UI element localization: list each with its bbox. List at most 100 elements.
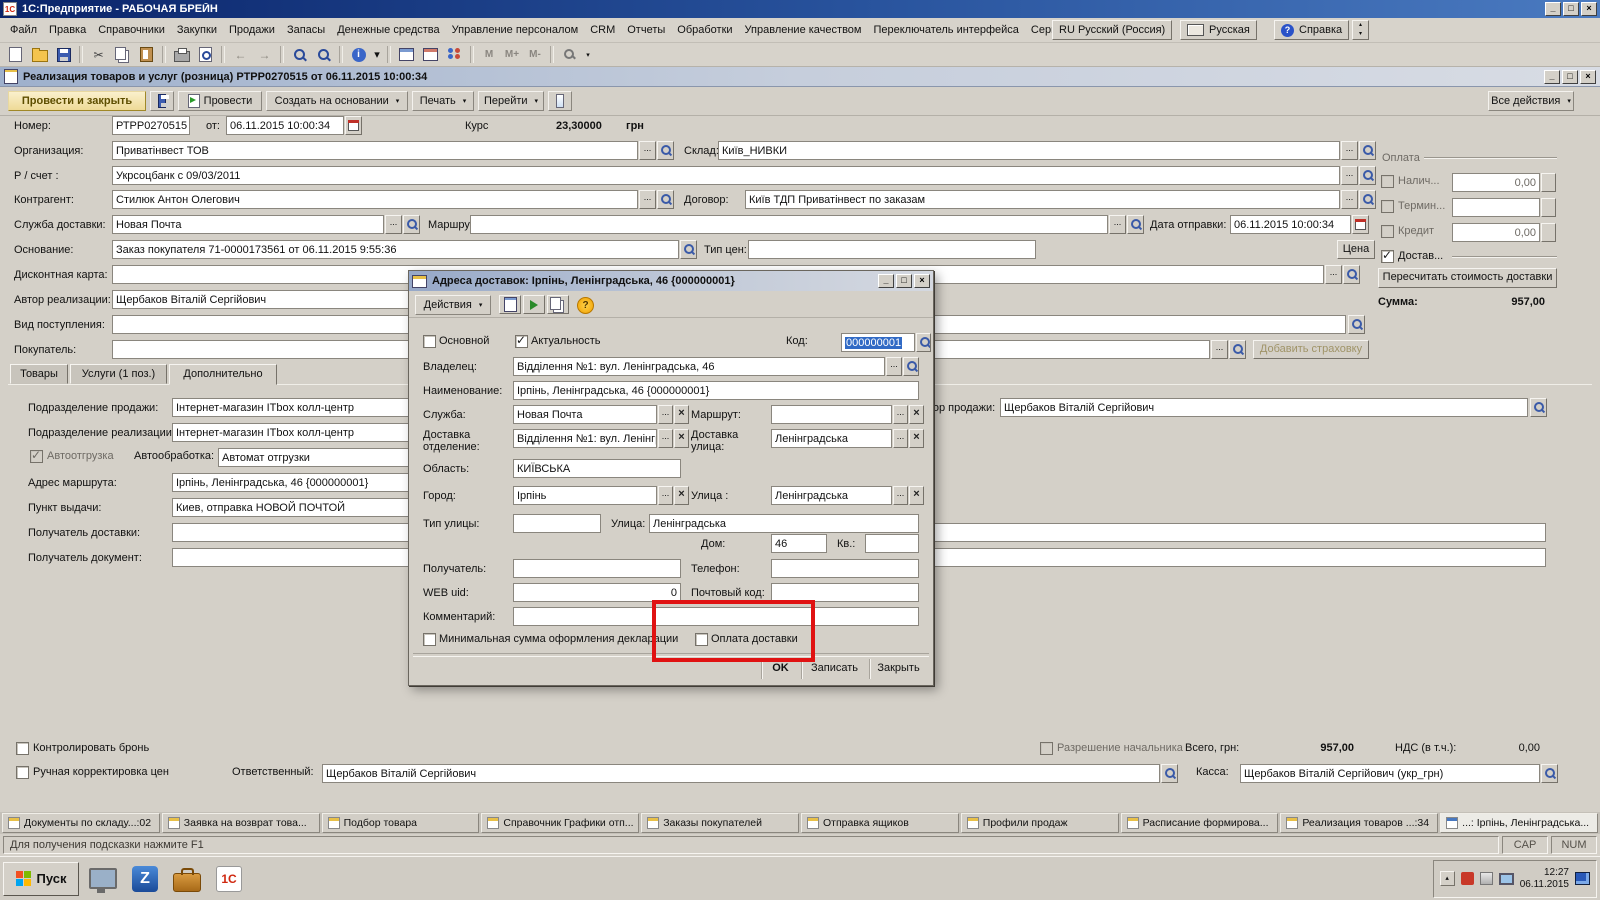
owner-select-button[interactable]: ... [886, 357, 902, 376]
delivery-service-open-button[interactable] [403, 215, 420, 234]
close-button[interactable]: × [1581, 2, 1597, 16]
window-tab[interactable]: Реализация товаров ...:34 [1280, 813, 1438, 833]
window-tab[interactable]: Отправка ящиков [801, 813, 959, 833]
credit-amount-field[interactable]: 0,00 [1452, 223, 1540, 242]
cash-checkbox[interactable] [1381, 175, 1394, 188]
menu-item-quality[interactable]: Управление качеством [739, 21, 868, 39]
service-clear-button[interactable]: × [674, 405, 689, 424]
contractor-field[interactable]: Стилюк Антон Олегович [112, 190, 638, 209]
owner-open-button[interactable] [903, 357, 919, 376]
memory-add-button[interactable]: М+ [501, 44, 523, 65]
service-select-button[interactable]: ... [658, 405, 673, 424]
save-button[interactable] [52, 44, 75, 65]
nav-back-button[interactable]: ← [229, 44, 252, 65]
find-next-button[interactable] [312, 44, 335, 65]
min-sum-checkbox[interactable] [423, 633, 436, 646]
quick-launch-1c[interactable] [211, 861, 247, 897]
delivery-service-select-button[interactable]: ... [385, 215, 402, 234]
region-field[interactable]: КИЇВСЬКА [513, 459, 681, 478]
dialog-minimize-button[interactable]: _ [878, 274, 894, 288]
delivery-branch-clear-button[interactable]: × [674, 429, 689, 448]
cash-amount-field[interactable]: 0,00 [1452, 173, 1540, 192]
responsible-field[interactable]: Щербаков Віталій Сергійович [322, 764, 1160, 783]
post-button[interactable]: Провести [178, 91, 262, 111]
price-type-field[interactable] [748, 240, 1036, 259]
apt-field[interactable] [865, 534, 919, 553]
contractor-open-button[interactable] [657, 190, 674, 209]
postal-field[interactable] [771, 583, 919, 602]
doc-restore-button[interactable]: □ [1562, 70, 1578, 84]
account-select-button[interactable]: ... [1341, 166, 1358, 185]
sales-division-field[interactable]: Інтернет-магазин ITbox колл-центр [172, 398, 418, 417]
add-insurance-button[interactable]: Добавить страховку [1253, 340, 1369, 359]
sale-author2-field[interactable]: Щербаков Віталій Сергійович [1000, 398, 1528, 417]
doc-close-button[interactable]: × [1580, 70, 1596, 84]
house-field[interactable]: 46 [771, 534, 827, 553]
number-field[interactable]: РТРР0270515 [112, 116, 190, 135]
terminal-amount-field[interactable] [1452, 198, 1540, 217]
manual-price-checkbox[interactable] [16, 766, 29, 779]
autoprocess-field[interactable]: Автомат отгрузки [218, 448, 418, 467]
account-field[interactable]: Укрсоцбанк с 09/03/2011 [112, 166, 1340, 185]
price-button[interactable]: Цена [1337, 240, 1375, 259]
city-select-button[interactable]: ... [658, 486, 673, 505]
dialog-maximize-button[interactable]: □ [896, 274, 912, 288]
ship-date-field[interactable]: 06.11.2015 10:00:34 [1230, 215, 1351, 234]
tray-gray-icon[interactable] [1480, 872, 1493, 885]
print-preview-button[interactable] [194, 44, 217, 65]
language-button[interactable]: RU Русский (Россия) [1052, 20, 1172, 40]
street1-field[interactable]: Ленінградська [771, 486, 892, 505]
delivery-pay-checkbox[interactable] [695, 633, 708, 646]
menu-item-edit[interactable]: Правка [43, 21, 92, 39]
ship-date-calendar-button[interactable] [1352, 215, 1369, 234]
dialog-close-button[interactable]: × [914, 274, 930, 288]
new-document-button[interactable] [4, 44, 27, 65]
dialog-go-button[interactable] [523, 295, 545, 314]
phone-field[interactable] [771, 559, 919, 578]
tray-red-icon[interactable] [1461, 872, 1474, 885]
delivery-service-field[interactable]: Новая Почта [112, 215, 384, 234]
buyer-select-button[interactable]: ... [1211, 340, 1228, 359]
menu-item-processing[interactable]: Обработки [671, 21, 738, 39]
account-open-button[interactable] [1359, 166, 1376, 185]
route-select-button[interactable]: ... [1109, 215, 1126, 234]
all-actions-button[interactable]: Все действия▾ [1488, 91, 1574, 111]
street-type-field[interactable] [513, 514, 601, 533]
window-tab[interactable]: Заказы покупателей [641, 813, 799, 833]
code-open-button[interactable] [916, 333, 931, 352]
menu-scroll-button[interactable]: ▴▾ [1352, 20, 1369, 40]
route-field[interactable] [470, 215, 1108, 234]
ok-button[interactable]: OK [761, 659, 799, 679]
delivery-street-select-button[interactable]: ... [893, 429, 908, 448]
print-menu-button[interactable]: Печать▾ [412, 91, 474, 111]
contract-field[interactable]: Київ ТДП Приватінвест по заказам [745, 190, 1340, 209]
cut-button[interactable] [87, 44, 110, 65]
street1-select-button[interactable]: ... [893, 486, 908, 505]
discount-card-open-button[interactable] [1343, 265, 1360, 284]
cash-amount-button[interactable] [1541, 173, 1556, 192]
credit-amount-button[interactable] [1541, 223, 1556, 242]
window-tab[interactable]: Подбор товара [322, 813, 480, 833]
date-calendar-button[interactable] [345, 116, 362, 135]
maximize-button[interactable]: □ [1563, 2, 1579, 16]
service-tool-button[interactable] [558, 44, 581, 65]
dialog-copy-button[interactable] [547, 295, 569, 314]
save-record-button[interactable]: Записать [801, 659, 867, 679]
menu-item-reports[interactable]: Отчеты [621, 21, 671, 39]
warehouse-open-button[interactable] [1359, 141, 1376, 160]
table-button[interactable] [395, 44, 418, 65]
buyer-open-button[interactable] [1229, 340, 1246, 359]
doc-save-button[interactable] [150, 91, 174, 111]
tray-network-icon[interactable] [1575, 872, 1590, 885]
create-based-on-button[interactable]: Создать на основании▾ [266, 91, 408, 111]
menu-item-interface-switcher[interactable]: Переключатель интерфейса [867, 21, 1024, 39]
window-tab[interactable]: Расписание формирова... [1121, 813, 1279, 833]
cashbox-open-button[interactable] [1541, 764, 1558, 783]
warehouse-field[interactable]: Київ_НИВКИ [718, 141, 1340, 160]
basis-open-button[interactable] [680, 240, 697, 259]
quick-launch-z-app[interactable] [127, 861, 163, 897]
delivery-branch-field[interactable]: Відділення №1: вул. Ленінгр [513, 429, 657, 448]
window-tab[interactable]: Документы по складу...:02 [2, 813, 160, 833]
menu-item-crm[interactable]: CRM [584, 21, 621, 39]
date-field[interactable]: 06.11.2015 10:00:34 [226, 116, 344, 135]
